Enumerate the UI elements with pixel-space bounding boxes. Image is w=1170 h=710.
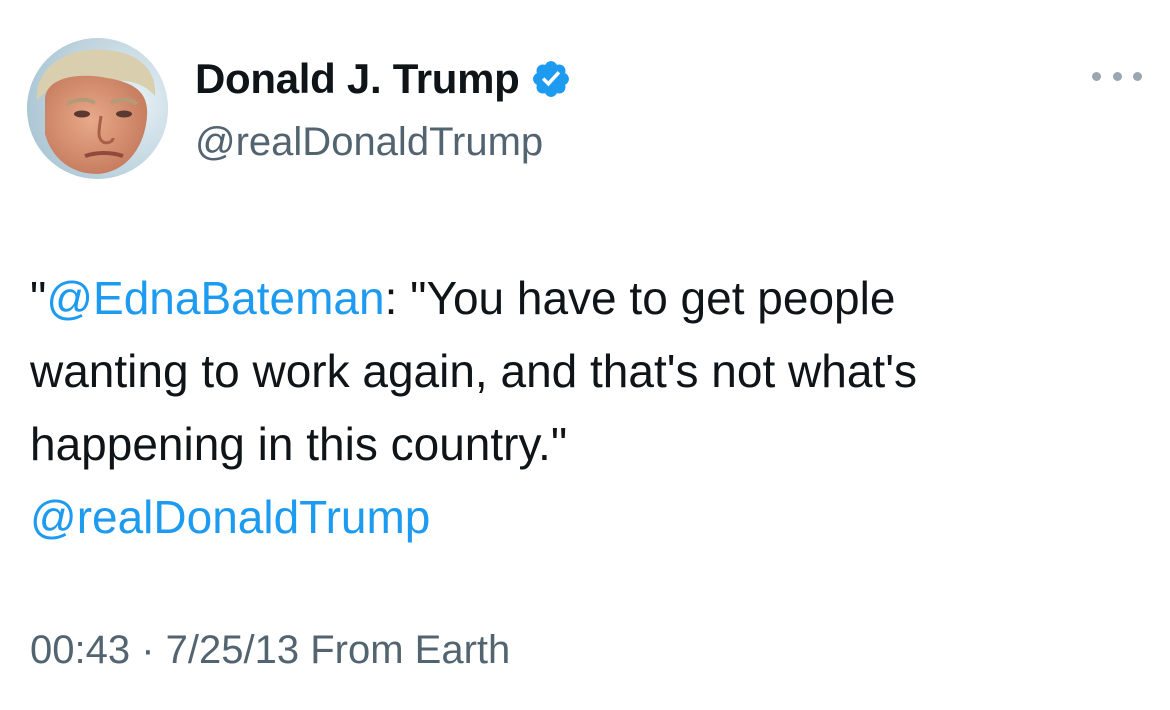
tweet-text: "@EdnaBateman: "You have to get people w…: [30, 262, 1140, 554]
tweet-meta: 00:43 · 7/25/13 From Earth: [30, 628, 510, 673]
tweet-line: happening in this country.": [30, 418, 568, 470]
tweet-source: From Earth: [310, 628, 511, 672]
more-dot-icon: [1112, 71, 1122, 81]
name-row: Donald J. Trump: [195, 52, 572, 106]
avatar[interactable]: [27, 38, 168, 179]
tweet-line: wanting to work again, and that's not wh…: [30, 345, 917, 397]
author-info: Donald J. Trump @realDonaldTrump: [195, 52, 572, 165]
tweet-line: "@EdnaBateman: "You have to get people: [30, 262, 1140, 335]
verified-badge-icon[interactable]: [530, 58, 572, 100]
tweet-date[interactable]: 7/25/13: [166, 628, 299, 672]
quote-open: ": [30, 272, 47, 324]
mention-link[interactable]: @EdnaBateman: [46, 272, 384, 324]
more-dot-icon: [1133, 71, 1142, 81]
avatar-portrait-image: [27, 38, 168, 179]
more-options-button[interactable]: [1092, 64, 1142, 88]
mention-link[interactable]: @realDonaldTrump: [30, 491, 430, 543]
meta-separator: ·: [130, 628, 166, 672]
display-name[interactable]: Donald J. Trump: [195, 55, 520, 103]
tweet-time[interactable]: 00:43: [30, 628, 130, 672]
tweet: Donald J. Trump @realDonaldTrump "@EdnaB…: [0, 0, 1170, 710]
handle[interactable]: @realDonaldTrump: [195, 120, 572, 165]
tweet-line: @realDonaldTrump: [30, 481, 1140, 554]
tweet-text-segment: : "You have to get people: [384, 272, 896, 324]
more-dot-icon: [1092, 71, 1101, 81]
